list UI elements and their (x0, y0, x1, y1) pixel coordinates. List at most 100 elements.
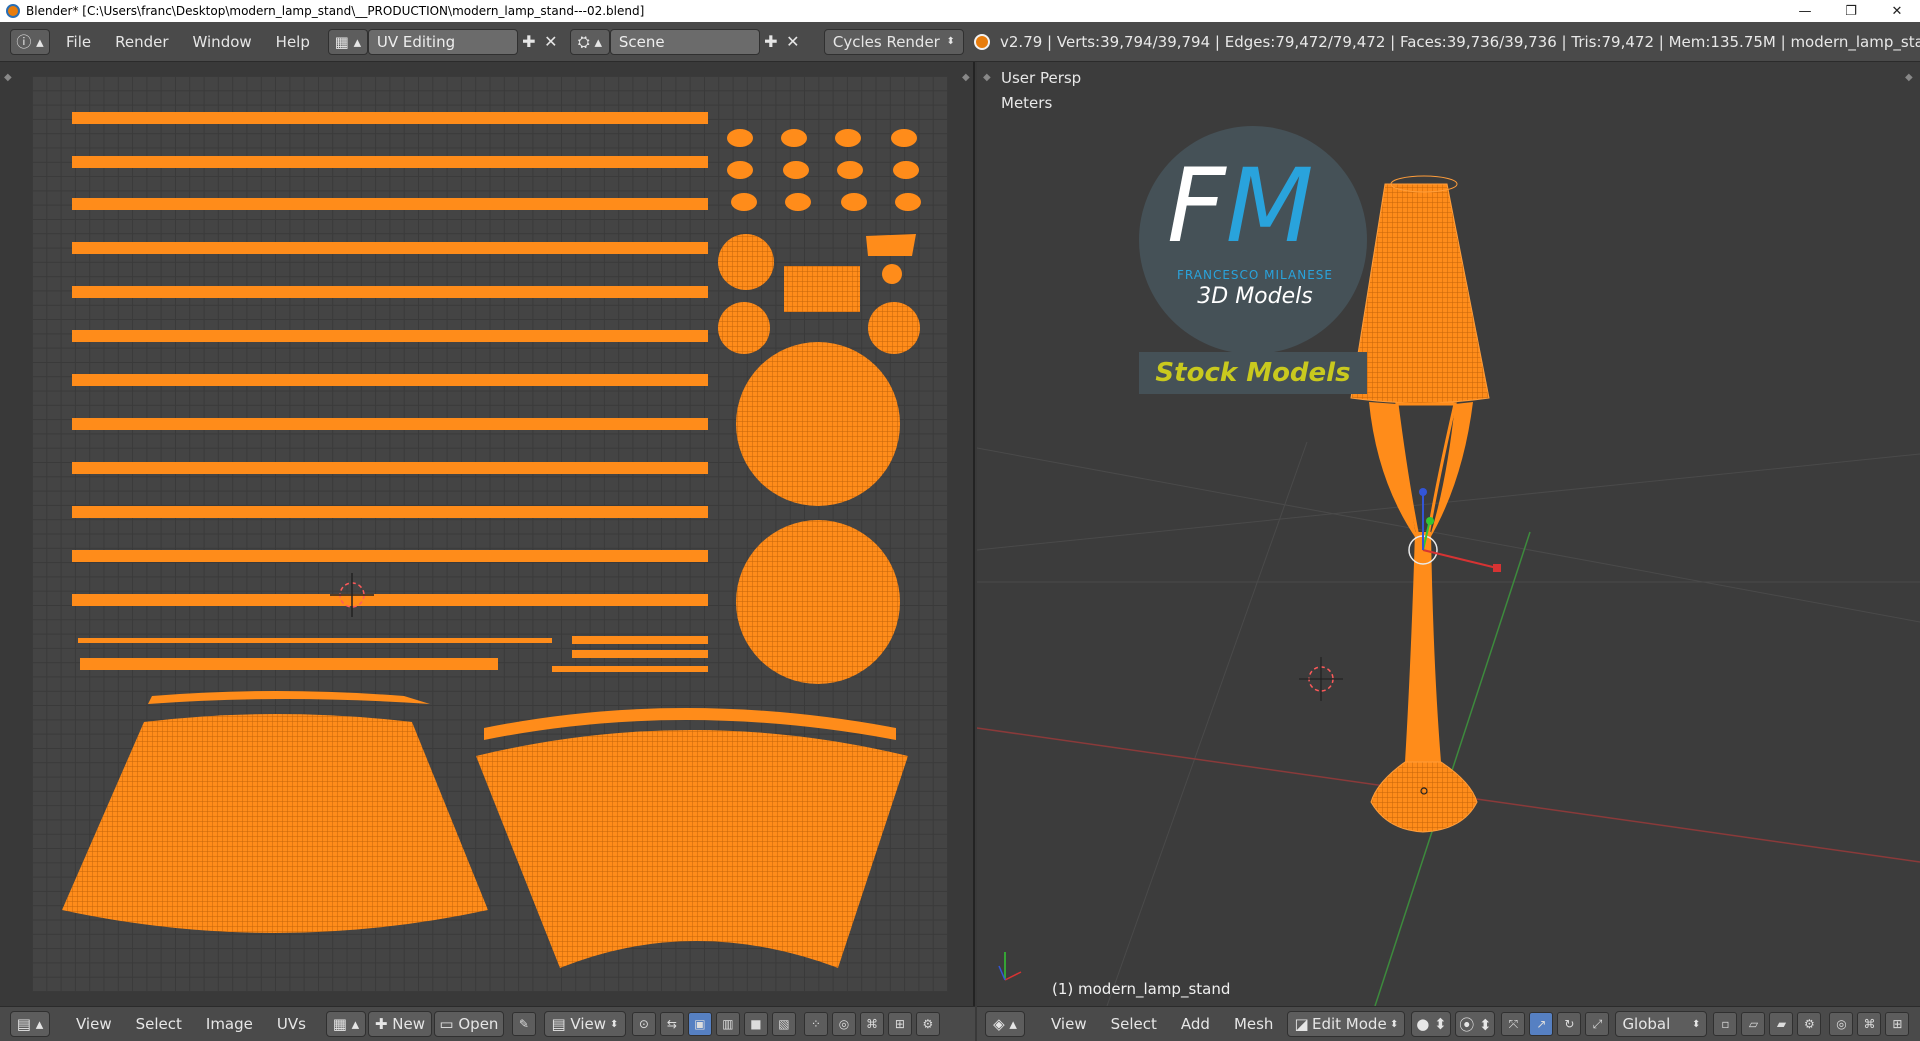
vertex-select-mode-icon[interactable]: ▫ (1713, 1012, 1738, 1036)
view-mode-select[interactable]: ▤ View ⬍ (543, 1011, 626, 1037)
region-expand-right-icon[interactable]: ◆ (962, 72, 970, 83)
window-title: Blender* [C:\Users\franc\Desktop\modern_… (26, 4, 645, 18)
vp-menu-add[interactable]: Add (1169, 1015, 1222, 1033)
close-button[interactable]: ✕ (1874, 0, 1920, 22)
fm-subtitle: 3D Models (1197, 284, 1313, 309)
restore-button[interactable]: ❐ (1828, 0, 1874, 22)
render-engine-label: Cycles Render (832, 32, 940, 51)
uv-editor-type-button[interactable]: ▤ ▴ (10, 1011, 50, 1037)
view-mode-label: View (570, 1015, 607, 1033)
remove-layout-x-icon[interactable]: ✕ (540, 29, 562, 55)
fm-initials-text: M (1225, 147, 1314, 266)
updown-arrow-icon: ⬍ (946, 36, 955, 47)
uv-2d-cursor (330, 573, 374, 617)
manipulator-toggle-icon[interactable]: ⤧ (1501, 1012, 1526, 1036)
window-titlebar: Blender* [C:\Users\franc\Desktop\modern_… (0, 0, 1920, 22)
editor-type-info-button[interactable]: ⓘ ▴ (10, 28, 50, 55)
mode-updown-icon: ⬍ (1390, 1018, 1399, 1030)
snap-icon[interactable]: ⌘ (859, 1012, 884, 1036)
interaction-mode-select[interactable]: ◪ Edit Mode ⬍ (1287, 1011, 1406, 1037)
vertex-select-icon[interactable]: ▣ (687, 1012, 712, 1036)
uv-strips (72, 112, 708, 672)
uv-menu-image[interactable]: Image (194, 1015, 265, 1033)
uv-editor-header: ▤ ▴ View Select Image UVs ▦ ▴ ✚ New ▭ Op… (0, 1006, 975, 1041)
floor-grid (977, 441, 1920, 1006)
lamp-mesh (1350, 175, 1490, 833)
vp-menu-view[interactable]: View (1039, 1015, 1099, 1033)
uv-menu-view[interactable]: View (64, 1015, 124, 1033)
pivot-point-icon: ⦿ ⬍ (1459, 1015, 1492, 1034)
info-icon: ⓘ ▴ (16, 33, 44, 51)
add-scene-plus-icon[interactable]: ✚ (760, 29, 782, 55)
island-select-icon[interactable]: ▧ (771, 1012, 796, 1036)
vp-menu-mesh[interactable]: Mesh (1222, 1015, 1286, 1033)
uv-canvas[interactable] (32, 76, 948, 992)
stock-models-banner: Stock Models (1139, 352, 1367, 394)
viewport-header: ◈ ▴ View Select Add Mesh ◪ Edit Mode ⬍ ●… (977, 1006, 1920, 1041)
image-editor-icon: ▤ ▴ (16, 1015, 44, 1033)
uv-lampshade-islands (62, 691, 908, 968)
uv-islands (62, 112, 921, 968)
snap-element-select-icon[interactable]: ⊞ (1885, 1012, 1910, 1036)
solid-shading-icon: ● ⬍ (1416, 1015, 1447, 1033)
face-select-mode-icon[interactable]: ▰ (1769, 1012, 1794, 1036)
uv-small-islands (718, 129, 921, 684)
orientation-updown-icon: ⬍ (1692, 1018, 1701, 1030)
shading-select[interactable]: ● ⬍ (1411, 1011, 1452, 1037)
3d-cursor (1299, 657, 1343, 701)
face-select-icon[interactable]: ■ (743, 1012, 768, 1036)
layout-name-field[interactable]: UV Editing (367, 28, 518, 55)
edit-mode-icon: ◪ (1294, 1015, 1309, 1033)
proportional-editing-icon[interactable]: ◎ (1829, 1012, 1854, 1036)
blender-logo-icon (6, 4, 20, 18)
open-image-label: Open (458, 1015, 499, 1033)
new-image-label: New (392, 1015, 425, 1033)
scene-browse-button[interactable]: ⛭ ▴ (569, 28, 610, 55)
pivot-point-select[interactable]: ⦿ ⬍ (1455, 1011, 1496, 1037)
region-expand-left-icon[interactable]: ◆ (4, 72, 12, 83)
layout-browse-button[interactable]: ▦ ▴ (327, 28, 368, 55)
uv-image-editor[interactable]: ◆ ◆ (0, 62, 975, 1006)
layout-grid-icon: ▦ ▴ (334, 32, 362, 51)
render-engine-select[interactable]: Cycles Render ⬍ (823, 28, 964, 55)
snap-toggle-icon[interactable]: ⌘ (1857, 1012, 1882, 1036)
pivot-icon[interactable]: ⊙ (631, 1012, 656, 1036)
view-axis-widget (998, 952, 1022, 981)
vp-menu-select[interactable]: Select (1099, 1015, 1169, 1033)
info-header: ⓘ ▴ File Render Window Help ▦ ▴ UV Editi… (0, 22, 1920, 62)
remove-scene-x-icon[interactable]: ✕ (782, 29, 804, 55)
minimize-button[interactable]: — (1782, 0, 1828, 22)
3d-viewport[interactable]: ◆ ◆ User Persp Meters FM FRANCESCO MILAN… (977, 62, 1920, 1006)
uv-extra-icon[interactable]: ⚙ (915, 1012, 940, 1036)
pin-icon[interactable]: ✎ (511, 1012, 536, 1036)
folder-icon: ▭ (439, 1015, 459, 1033)
edge-select-mode-icon[interactable]: ▱ (1741, 1012, 1766, 1036)
proportional-edit-icon[interactable]: ◎ (831, 1012, 856, 1036)
open-image-button[interactable]: ▭ Open (433, 1011, 504, 1037)
new-image-button[interactable]: ✚ New (367, 1011, 432, 1037)
image-browse-button[interactable]: ▦ ▴ (325, 1011, 366, 1037)
stock-models-text: Stock Models (1155, 358, 1351, 388)
uv-menu-select[interactable]: Select (124, 1015, 194, 1033)
menu-file[interactable]: File (54, 33, 103, 51)
limit-selection-icon[interactable]: ⚙ (1797, 1012, 1822, 1036)
edge-select-icon[interactable]: ▥ (715, 1012, 740, 1036)
snap-element-icon[interactable]: ⊞ (887, 1012, 912, 1036)
menu-help[interactable]: Help (264, 33, 322, 51)
scale-manipulator-icon[interactable]: ⤢ (1585, 1012, 1610, 1036)
viewport-editor-type-button[interactable]: ◈ ▴ (985, 1011, 1025, 1037)
translate-manipulator-icon[interactable]: ↗ (1529, 1012, 1554, 1036)
sync-selection-icon[interactable]: ⇆ (659, 1012, 684, 1036)
menu-render[interactable]: Render (103, 33, 180, 51)
uv-menu-uvs[interactable]: UVs (265, 1015, 318, 1033)
menu-window[interactable]: Window (181, 33, 264, 51)
sticky-mode-icon[interactable]: ⁘ (803, 1012, 828, 1036)
3d-view-icon: ◈ ▴ (993, 1015, 1017, 1033)
add-layout-plus-icon[interactable]: ✚ (518, 29, 540, 55)
rotate-manipulator-icon[interactable]: ↻ (1557, 1012, 1582, 1036)
transform-orientation-select[interactable]: Global ⬍ (1615, 1011, 1708, 1037)
image-browse-icon: ▦ ▴ (332, 1015, 360, 1033)
scene-name-field[interactable]: Scene (609, 28, 760, 55)
transform-orientation-label: Global (1622, 1015, 1671, 1033)
viewport-scene (977, 175, 1920, 1006)
